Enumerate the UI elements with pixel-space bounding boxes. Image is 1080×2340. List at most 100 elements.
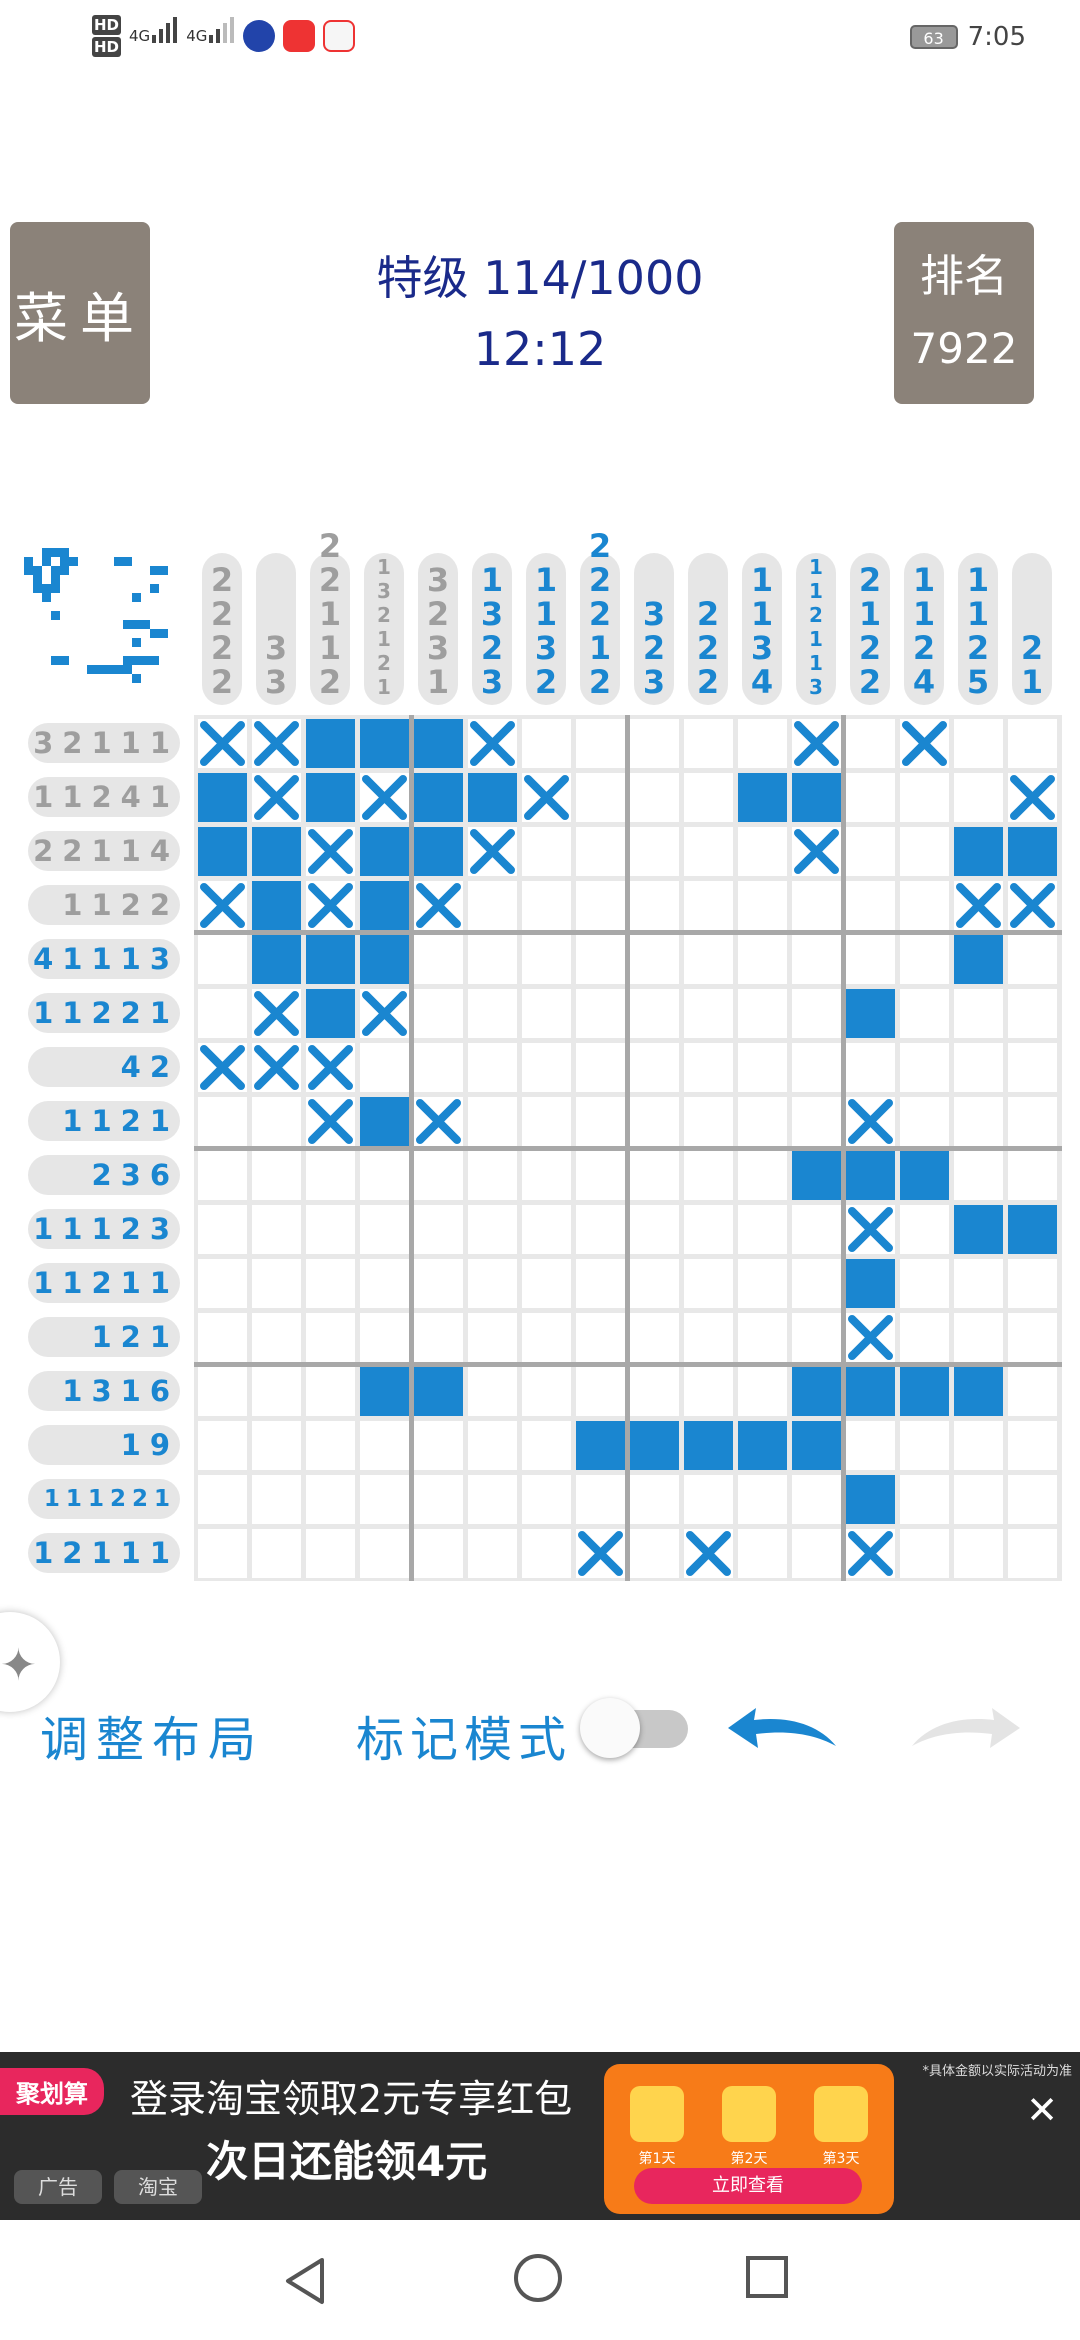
empty-cell[interactable]	[684, 719, 733, 768]
crossed-cell[interactable]	[198, 881, 247, 930]
empty-cell[interactable]	[630, 881, 679, 930]
empty-cell[interactable]	[684, 1367, 733, 1416]
empty-cell[interactable]	[792, 1529, 841, 1578]
filled-cell[interactable]	[360, 1367, 409, 1416]
empty-cell[interactable]	[1008, 719, 1057, 768]
empty-cell[interactable]	[252, 1421, 301, 1470]
empty-cell[interactable]	[306, 1421, 355, 1470]
empty-cell[interactable]	[360, 1421, 409, 1470]
empty-cell[interactable]	[1008, 935, 1057, 984]
crossed-cell[interactable]	[522, 773, 571, 822]
empty-cell[interactable]	[198, 1313, 247, 1362]
empty-cell[interactable]	[954, 1259, 1003, 1308]
crossed-cell[interactable]	[1008, 773, 1057, 822]
empty-cell[interactable]	[630, 989, 679, 1038]
filled-cell[interactable]	[792, 773, 841, 822]
empty-cell[interactable]	[468, 1529, 517, 1578]
empty-cell[interactable]	[576, 881, 625, 930]
empty-cell[interactable]	[900, 1421, 949, 1470]
empty-cell[interactable]	[522, 1421, 571, 1470]
crossed-cell[interactable]	[576, 1529, 625, 1578]
empty-cell[interactable]	[252, 1205, 301, 1254]
crossed-cell[interactable]	[846, 1097, 895, 1146]
empty-cell[interactable]	[306, 1151, 355, 1200]
puzzle-board[interactable]	[194, 715, 1062, 1581]
empty-cell[interactable]	[1008, 1475, 1057, 1524]
empty-cell[interactable]	[846, 827, 895, 876]
filled-cell[interactable]	[252, 881, 301, 930]
crossed-cell[interactable]	[414, 881, 463, 930]
crossed-cell[interactable]	[360, 989, 409, 1038]
empty-cell[interactable]	[576, 1205, 625, 1254]
filled-cell[interactable]	[846, 1475, 895, 1524]
empty-cell[interactable]	[414, 1043, 463, 1092]
filled-cell[interactable]	[792, 1151, 841, 1200]
empty-cell[interactable]	[792, 1205, 841, 1254]
empty-cell[interactable]	[738, 989, 787, 1038]
filled-cell[interactable]	[306, 989, 355, 1038]
filled-cell[interactable]	[684, 1421, 733, 1470]
empty-cell[interactable]	[900, 1205, 949, 1254]
empty-cell[interactable]	[684, 935, 733, 984]
crossed-cell[interactable]	[252, 989, 301, 1038]
empty-cell[interactable]	[522, 1529, 571, 1578]
empty-cell[interactable]	[414, 1529, 463, 1578]
back-icon[interactable]	[282, 2256, 328, 2306]
empty-cell[interactable]	[738, 827, 787, 876]
empty-cell[interactable]	[630, 827, 679, 876]
empty-cell[interactable]	[954, 1097, 1003, 1146]
puzzle-tab-button[interactable]: ✦	[0, 1612, 60, 1712]
empty-cell[interactable]	[198, 1097, 247, 1146]
empty-cell[interactable]	[792, 1475, 841, 1524]
mark-mode-toggle[interactable]	[580, 1698, 692, 1758]
crossed-cell[interactable]	[306, 1043, 355, 1092]
filled-cell[interactable]	[954, 935, 1003, 984]
empty-cell[interactable]	[738, 1367, 787, 1416]
filled-cell[interactable]	[414, 1367, 463, 1416]
empty-cell[interactable]	[414, 1151, 463, 1200]
empty-cell[interactable]	[522, 1367, 571, 1416]
empty-cell[interactable]	[900, 1529, 949, 1578]
empty-cell[interactable]	[1008, 1367, 1057, 1416]
empty-cell[interactable]	[522, 989, 571, 1038]
empty-cell[interactable]	[630, 1205, 679, 1254]
empty-cell[interactable]	[684, 1475, 733, 1524]
empty-cell[interactable]	[360, 1205, 409, 1254]
empty-cell[interactable]	[900, 881, 949, 930]
empty-cell[interactable]	[522, 827, 571, 876]
empty-cell[interactable]	[198, 1151, 247, 1200]
empty-cell[interactable]	[576, 1367, 625, 1416]
empty-cell[interactable]	[468, 1097, 517, 1146]
rank-button[interactable]: 排名 7922	[894, 222, 1034, 404]
empty-cell[interactable]	[684, 881, 733, 930]
empty-cell[interactable]	[468, 989, 517, 1038]
empty-cell[interactable]	[630, 1151, 679, 1200]
filled-cell[interactable]	[414, 773, 463, 822]
filled-cell[interactable]	[954, 1367, 1003, 1416]
filled-cell[interactable]	[846, 989, 895, 1038]
crossed-cell[interactable]	[252, 1043, 301, 1092]
filled-cell[interactable]	[900, 1151, 949, 1200]
filled-cell[interactable]	[252, 827, 301, 876]
filled-cell[interactable]	[900, 1367, 949, 1416]
filled-cell[interactable]	[846, 1259, 895, 1308]
filled-cell[interactable]	[360, 935, 409, 984]
empty-cell[interactable]	[792, 881, 841, 930]
filled-cell[interactable]	[738, 1421, 787, 1470]
empty-cell[interactable]	[630, 1097, 679, 1146]
empty-cell[interactable]	[954, 1043, 1003, 1092]
filled-cell[interactable]	[360, 719, 409, 768]
empty-cell[interactable]	[198, 989, 247, 1038]
empty-cell[interactable]	[792, 1259, 841, 1308]
empty-cell[interactable]	[1008, 1259, 1057, 1308]
empty-cell[interactable]	[360, 1313, 409, 1362]
menu-button[interactable]: 菜单	[10, 222, 150, 404]
empty-cell[interactable]	[360, 1259, 409, 1308]
empty-cell[interactable]	[684, 1259, 733, 1308]
empty-cell[interactable]	[522, 1205, 571, 1254]
empty-cell[interactable]	[684, 1097, 733, 1146]
ad-cta-button[interactable]: 立即查看	[634, 2168, 862, 2204]
empty-cell[interactable]	[414, 1259, 463, 1308]
crossed-cell[interactable]	[252, 773, 301, 822]
crossed-cell[interactable]	[306, 827, 355, 876]
